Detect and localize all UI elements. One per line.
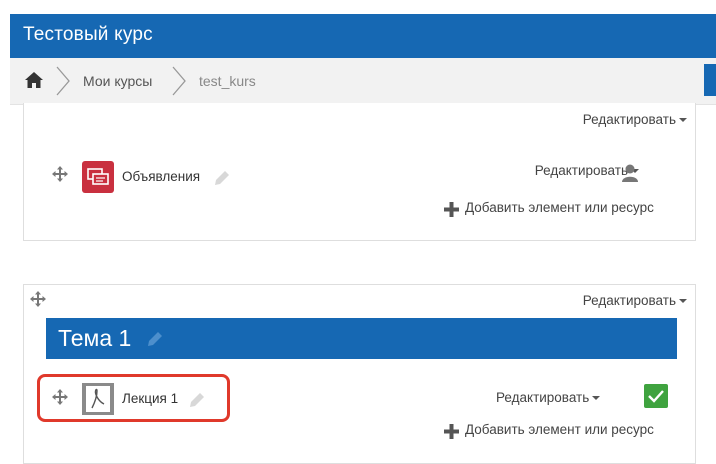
plus-icon[interactable] [444,202,459,217]
breadcrumb-course[interactable]: test_kurs [199,73,256,89]
user-icon[interactable] [622,164,638,182]
pencil-icon[interactable] [146,330,164,348]
chevron-right-icon [56,66,70,96]
section-edit-label: Редактировать [582,112,676,127]
chevron-right-icon [172,66,186,96]
edit-mode-button[interactable] [704,64,716,96]
caret-down-icon [679,299,687,304]
section-0: Редактировать Объявления Редактировать Д… [23,103,696,241]
caret-down-icon [592,396,601,401]
course-header: Тестовый курс [10,14,716,58]
course-title: Тестовый курс [23,24,153,45]
add-activity-link[interactable]: Добавить элемент или ресурс [465,200,654,215]
highlight-box [37,374,230,422]
activity-name-forum[interactable]: Объявления [122,169,200,184]
activity-edit-label: Редактировать [496,390,590,405]
plus-icon[interactable] [444,424,459,439]
breadcrumb-my-courses[interactable]: Мои курсы [83,73,152,89]
checkmark-icon [648,390,664,403]
section-title[interactable]: Тема 1 [58,325,131,352]
activity-edit-menu[interactable]: Редактировать [496,390,601,405]
home-icon[interactable] [24,71,44,89]
breadcrumb: Мои курсы test_kurs [10,58,716,105]
move-icon[interactable] [30,291,46,307]
completion-checkbox[interactable] [644,384,668,408]
activity-edit-label: Редактировать [534,163,628,178]
section-edit-label: Редактировать [582,293,676,308]
section-edit-menu[interactable]: Редактировать [583,293,687,308]
pencil-icon[interactable] [213,169,231,187]
move-icon[interactable] [52,166,68,182]
add-activity-link[interactable]: Добавить элемент или ресурс [465,422,654,437]
section-title-bar: Тема 1 [46,318,677,359]
section-edit-menu[interactable]: Редактировать [583,112,687,127]
caret-down-icon [679,118,687,123]
forum-icon [82,161,114,193]
